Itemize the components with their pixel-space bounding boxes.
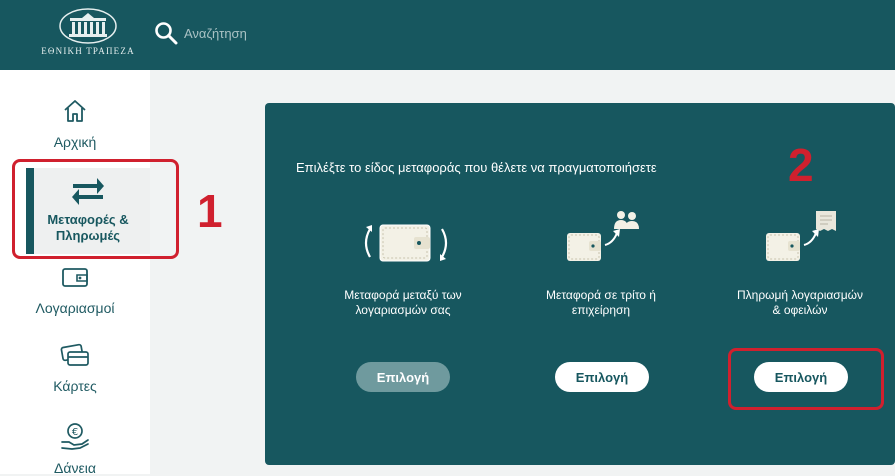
svg-text:€: € <box>72 427 78 438</box>
sidebar-item-label: Λογαριασμοί <box>35 300 115 316</box>
search-box[interactable]: Αναζήτηση <box>154 18 247 48</box>
annotation-box-2 <box>728 348 884 410</box>
annotation-number-2: 2 <box>788 139 814 191</box>
option-label-line2: & οφειλών <box>772 303 828 317</box>
option-third-party-text: Μεταφορά σε τρίτο ή επιχείρηση <box>511 288 691 318</box>
option-label-line1: Μεταφορά μεταξύ των <box>344 288 462 302</box>
sidebar-item-label: Κάρτες <box>53 378 97 394</box>
logo-text: ΕΘΝΙΚΗ ΤΡΑΠΕΖΑ <box>41 46 135 56</box>
wallet-icon <box>62 268 88 287</box>
select-own-accounts-button[interactable]: Επιλογή <box>356 362 450 392</box>
annotation-box-1 <box>12 159 179 259</box>
panel-title: Επιλέξτε το είδος μεταφοράς που θέλετε ν… <box>296 160 657 175</box>
sidebar: Αρχική Μεταφορές & Πληρωμές Λογαριασμοί … <box>0 70 150 476</box>
sidebar-item-label: Αρχική <box>53 134 97 150</box>
wallet-to-bill-icon <box>766 211 836 261</box>
wallet-cycle-icon <box>364 224 448 262</box>
sidebar-item-home[interactable]: Αρχική <box>0 98 150 150</box>
option-label-line1: Πληρωμή λογαριασμών <box>736 288 863 302</box>
annotation-number-1: 1 <box>197 185 223 237</box>
wallet-to-people-icon <box>567 211 639 261</box>
sidebar-item-accounts[interactable]: Λογαριασμοί <box>0 266 150 316</box>
option-own-accounts-text: Μεταφορά μεταξύ των λογαριασμών σας <box>313 288 493 318</box>
bank-logo[interactable]: ΕΘΝΙΚΗ ΤΡΑΠΕΖΑ <box>36 6 140 60</box>
select-third-party-button[interactable]: Επιλογή <box>555 362 649 392</box>
sidebar-item-loans[interactable]: € Δάνεια <box>0 420 150 476</box>
search-input[interactable]: Αναζήτηση <box>184 26 247 41</box>
option-label-line1: Μεταφορά σε τρίτο ή <box>546 288 656 302</box>
cards-icon <box>60 343 89 366</box>
sidebar-item-cards[interactable]: Κάρτες <box>0 342 150 394</box>
home-icon <box>64 100 86 122</box>
bank-building-icon <box>59 8 117 44</box>
option-label-line2: επιχείρηση <box>571 303 631 317</box>
loan-icon: € <box>61 423 89 450</box>
option-bill-payment-text: Πληρωμή λογαριασμών & οφειλών <box>710 288 890 318</box>
top-bar: ΕΘΝΙΚΗ ΤΡΑΠΕΖΑ Αναζήτηση <box>0 0 895 70</box>
search-icon <box>155 22 178 45</box>
option-label-line2: λογαριασμών σας <box>355 303 451 317</box>
